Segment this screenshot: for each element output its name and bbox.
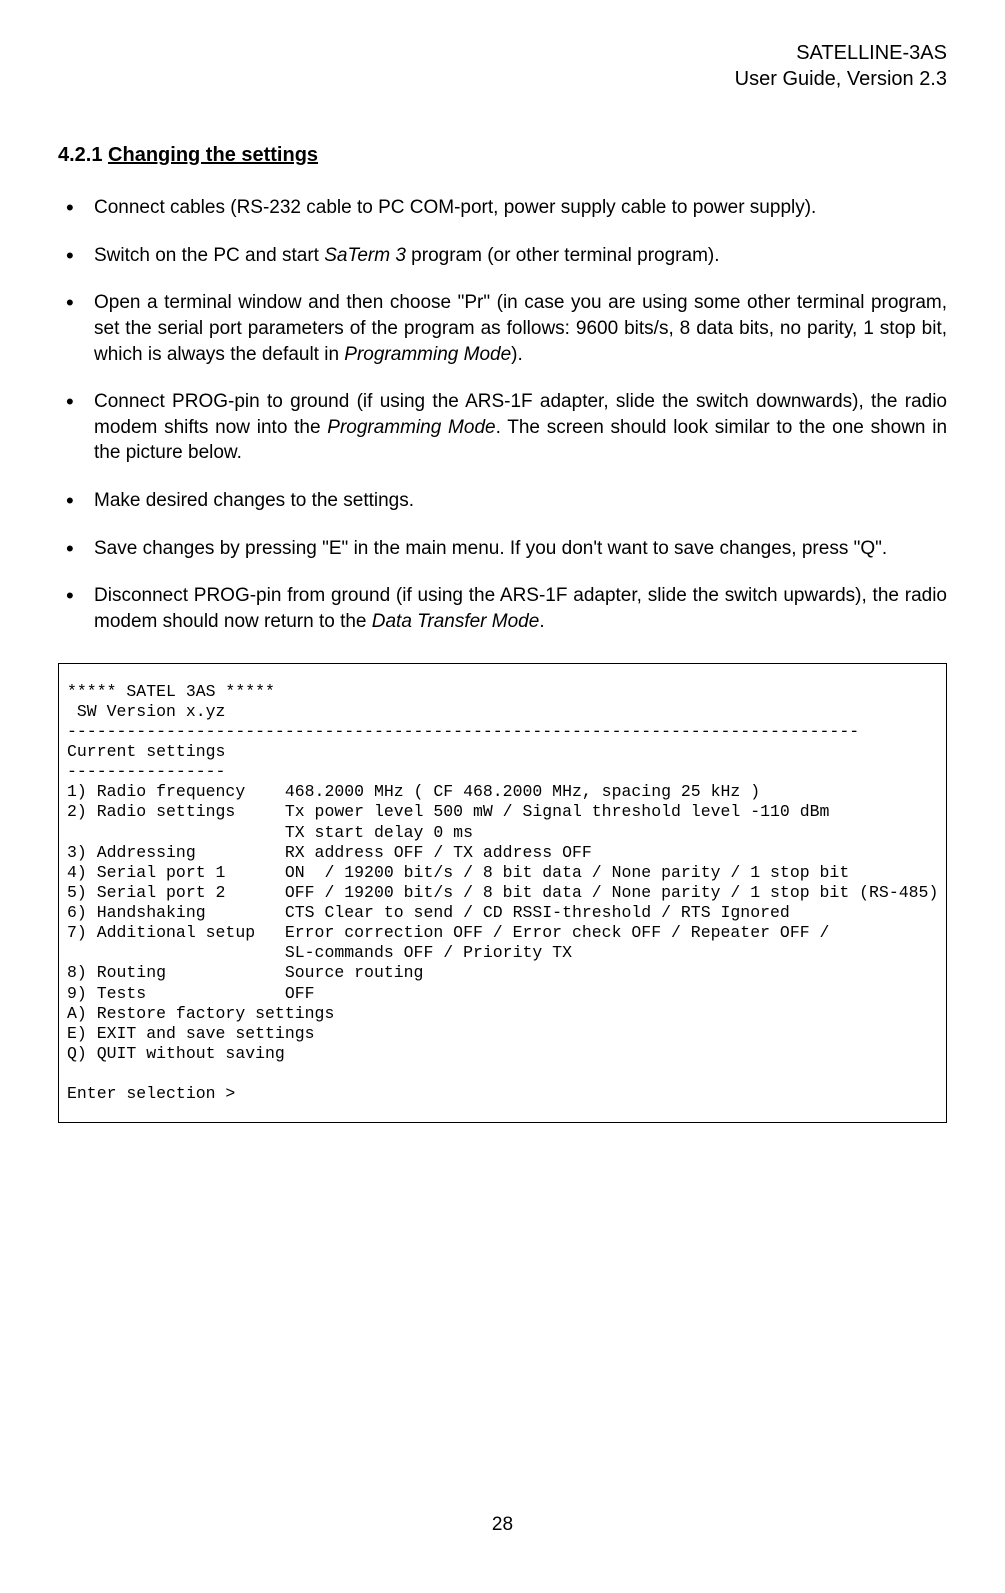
section-heading: 4.2.1 Changing the settings — [58, 142, 947, 169]
list-item: Disconnect PROG-pin from ground (if usin… — [58, 583, 947, 634]
list-item: Switch on the PC and start SaTerm 3 prog… — [58, 243, 947, 269]
list-item: Connect cables (RS-232 cable to PC COM-p… — [58, 195, 947, 221]
list-item: Connect PROG-pin to ground (if using the… — [58, 389, 947, 466]
list-item: Make desired changes to the settings. — [58, 488, 947, 514]
list-item: Open a terminal window and then choose "… — [58, 290, 947, 367]
list-item-text: Disconnect PROG-pin from ground (if usin… — [94, 585, 947, 632]
page-number: 28 — [0, 1512, 1005, 1538]
terminal-output-box: ***** SATEL 3AS ***** SW Version x.yz --… — [58, 663, 947, 1124]
terminal-text: ***** SATEL 3AS ***** SW Version x.yz --… — [67, 682, 938, 1104]
list-item-text: Switch on the PC and start SaTerm 3 prog… — [94, 245, 720, 266]
list-item-text: Connect cables (RS-232 cable to PC COM-p… — [94, 197, 816, 218]
instruction-list: Connect cables (RS-232 cable to PC COM-p… — [58, 195, 947, 635]
list-item: Save changes by pressing "E" in the main… — [58, 536, 947, 562]
page-header: SATELLINE-3AS User Guide, Version 2.3 — [58, 40, 947, 92]
header-line-2: User Guide, Version 2.3 — [58, 66, 947, 92]
list-item-text: Save changes by pressing "E" in the main… — [94, 538, 887, 559]
section-number: 4.2.1 — [58, 144, 102, 166]
list-item-text: Connect PROG-pin to ground (if using the… — [94, 391, 947, 463]
section-title-text: Changing the settings — [108, 144, 318, 166]
header-line-1: SATELLINE-3AS — [58, 40, 947, 66]
list-item-text: Open a terminal window and then choose "… — [94, 292, 947, 364]
list-item-text: Make desired changes to the settings. — [94, 490, 414, 511]
